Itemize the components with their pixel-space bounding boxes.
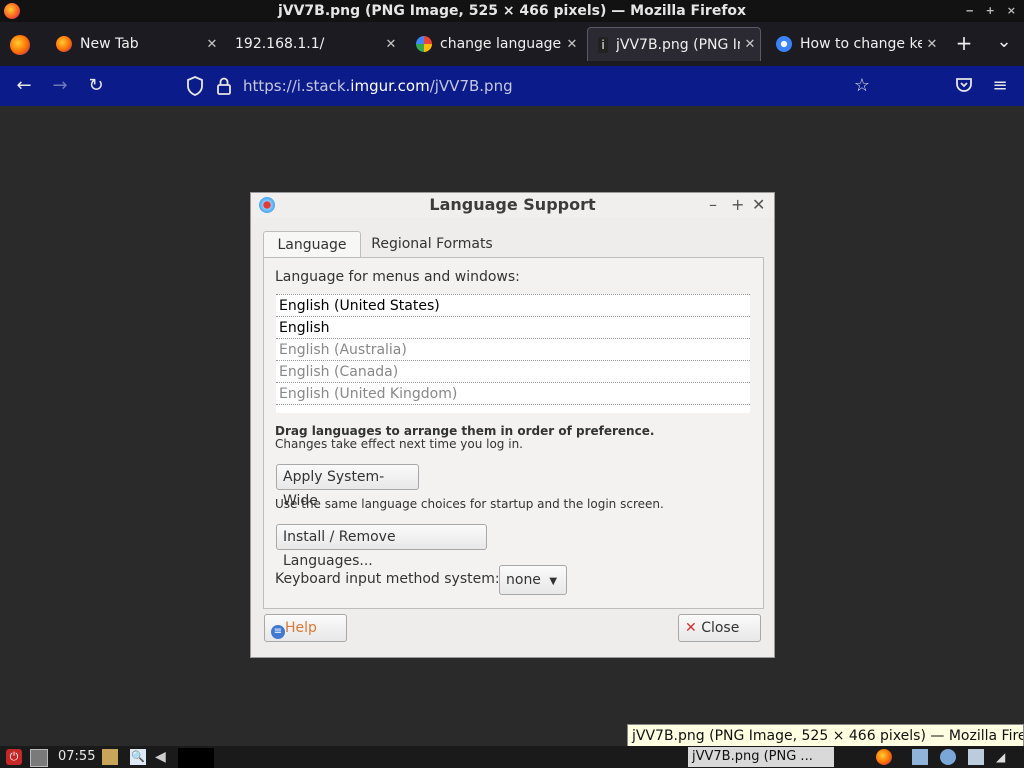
power-icon[interactable]: ⏻ — [6, 749, 22, 765]
language-name: English (United States) — [279, 298, 440, 314]
tab-language[interactable]: Language — [263, 231, 361, 258]
language-panel: Language for menus and windows: English … — [263, 257, 764, 609]
language-name: English (Canada) — [279, 364, 399, 380]
tab-label: jVV7B.png (PNG Im — [616, 36, 740, 53]
list-all-tabs-button[interactable]: ⌄ — [993, 31, 1015, 57]
close-tab-icon[interactable]: ✕ — [562, 37, 582, 52]
language-support-dialog: Language Support – + ✕ Language Regional… — [250, 192, 775, 658]
help-button[interactable]: ≡ Help — [264, 614, 347, 642]
language-support-icon — [259, 197, 275, 213]
apply-system-wide-button[interactable]: Apply System-Wide — [276, 464, 419, 509]
close-tab-icon[interactable]: ✕ — [922, 37, 942, 52]
url-path: /jVV7B.png — [429, 77, 513, 95]
close-tab-icon[interactable]: ✕ — [381, 37, 401, 52]
google-icon — [416, 36, 432, 52]
close-window-button[interactable]: × — [1007, 0, 1016, 22]
tab-strip: New Tab ✕ 192.168.1.1/ ✕ change language… — [0, 22, 1024, 66]
close-button[interactable]: ✕ Close — [678, 614, 761, 642]
shield-icon[interactable] — [186, 76, 206, 96]
new-tab-button[interactable]: + — [953, 31, 975, 57]
chat-icon[interactable] — [940, 749, 956, 765]
network-icon[interactable] — [912, 749, 928, 765]
bookmark-star-icon[interactable]: ☆ — [852, 76, 872, 96]
language-name: English — [279, 320, 330, 336]
lxde-icon[interactable]: ◢ — [996, 749, 1012, 765]
speaker-icon[interactable]: ◀ — [155, 749, 171, 765]
tab-label: How to change ke — [800, 36, 922, 52]
cpu-monitor — [178, 748, 214, 768]
menu-icon[interactable]: ≡ — [990, 76, 1010, 96]
drag-hint: Drag languages to arrange them in order … — [275, 424, 655, 438]
desktop-icon[interactable] — [30, 749, 48, 767]
screen-icon[interactable] — [968, 749, 984, 765]
taskbar-task-firefox[interactable]: jVV7B.png (PNG ... — [688, 747, 834, 767]
language-item[interactable]: English (United States) — [276, 295, 750, 317]
dialog-maximize-button[interactable]: + — [731, 195, 744, 214]
clock[interactable]: 07:55 — [58, 746, 95, 768]
language-item[interactable]: English (Australia) — [276, 339, 750, 361]
navigation-toolbar: ← → ↻ https://i.stack.imgur.com/jVV7B.pn… — [0, 66, 1024, 106]
url-bar[interactable]: https://i.stack.imgur.com/jVV7B.png — [243, 76, 513, 96]
section-label: Language for menus and windows: — [275, 269, 520, 285]
close-tab-icon[interactable]: ✕ — [202, 37, 222, 52]
help-icon: ≡ — [271, 625, 285, 639]
language-item[interactable]: English (Canada) — [276, 361, 750, 383]
apply-hint: Use the same language choices for startu… — [275, 497, 664, 511]
imgur-icon: i — [598, 36, 608, 53]
reload-icon[interactable]: ↻ — [86, 76, 106, 96]
tab-label: change language — [440, 36, 562, 52]
tab-new-tab[interactable]: New Tab ✕ — [46, 27, 222, 61]
window-tooltip: jVV7B.png (PNG Image, 525 × 466 pixels) … — [627, 724, 1024, 748]
keyboard-input-value: none — [506, 572, 541, 588]
keyboard-input-select[interactable]: none ▼ — [499, 565, 567, 595]
back-icon[interactable]: ← — [14, 76, 34, 96]
lock-icon[interactable] — [216, 76, 232, 96]
firefox-view-icon[interactable] — [10, 35, 30, 55]
tab-how-to-change[interactable]: How to change ke ✕ — [766, 27, 942, 61]
close-tab-icon[interactable]: ✕ — [740, 37, 760, 52]
dialog-title: Language Support — [429, 195, 596, 214]
url-host: imgur.com — [350, 77, 430, 95]
close-icon: ✕ — [685, 620, 697, 636]
pocket-icon[interactable] — [955, 76, 975, 96]
dropdown-arrow-icon: ▼ — [549, 576, 558, 587]
tab-router[interactable]: 192.168.1.1/ ✕ — [225, 27, 401, 61]
tab-image-active[interactable]: i jVV7B.png (PNG Im ✕ — [587, 27, 761, 61]
site-icon — [776, 36, 792, 52]
language-item[interactable]: English — [276, 317, 750, 339]
task-label: jVV7B.png (PNG ... — [692, 749, 813, 764]
help-label: Help — [285, 620, 317, 636]
firefox-logo-icon — [4, 3, 20, 19]
window-title: jVV7B.png (PNG Image, 525 × 466 pixels) … — [277, 3, 747, 19]
file-manager-icon[interactable] — [102, 749, 118, 765]
language-item[interactable]: English (United Kingdom) — [276, 383, 750, 405]
tab-label: New Tab — [80, 36, 139, 52]
firefox-icon — [56, 36, 72, 52]
language-name: English (Australia) — [279, 342, 407, 358]
keyboard-input-label: Keyboard input method system: — [275, 571, 500, 587]
language-list[interactable]: English (United States) English English … — [276, 294, 750, 413]
dialog-title-bar: Language Support — [251, 193, 774, 217]
forward-icon[interactable]: → — [50, 76, 70, 96]
window-title-bar: jVV7B.png (PNG Image, 525 × 466 pixels) … — [0, 0, 1024, 22]
tab-label: 192.168.1.1/ — [235, 36, 325, 52]
maximize-window-button[interactable]: + — [986, 0, 995, 22]
firefox-taskbar-icon[interactable] — [876, 749, 892, 765]
close-label: Close — [701, 620, 740, 636]
language-name: English (United Kingdom) — [279, 386, 458, 402]
taskbar: ⏻ 07:55 🔍 ◀ jVV7B.png (PNG ... ◢ — [0, 746, 1024, 768]
install-remove-languages-button[interactable]: Install / Remove Languages... — [276, 524, 487, 569]
dialog-minimize-button[interactable]: – — [709, 195, 717, 214]
dialog-close-x-button[interactable]: ✕ — [752, 195, 765, 214]
minimize-window-button[interactable]: ‒ — [966, 0, 974, 22]
tab-change-language[interactable]: change language ✕ — [406, 27, 582, 61]
effect-hint: Changes take effect next time you log in… — [275, 437, 523, 451]
tab-regional-formats[interactable]: Regional Formats — [363, 231, 501, 257]
url-prefix: https://i.stack. — [243, 77, 351, 95]
search-icon[interactable]: 🔍 — [130, 749, 146, 765]
